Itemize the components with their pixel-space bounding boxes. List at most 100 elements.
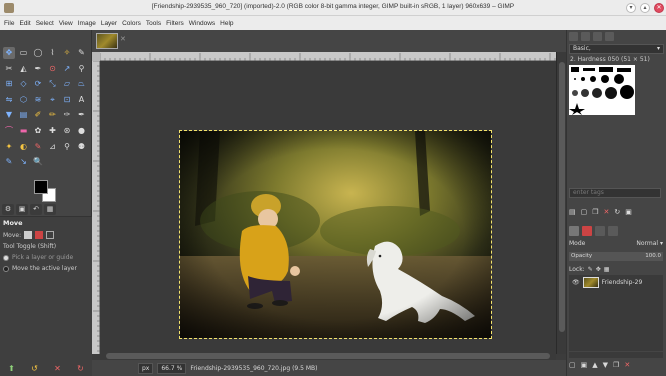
lock-position-icon[interactable]: ✥ — [596, 266, 601, 273]
eraser-icon[interactable]: ▬ — [18, 125, 30, 137]
images-tab-icon[interactable]: ▦ — [44, 204, 56, 215]
brush-tag-input[interactable]: enter tags — [569, 188, 661, 198]
foreground-select-icon[interactable]: ◭ — [18, 63, 30, 75]
scissors-icon[interactable]: ✂ — [3, 63, 15, 75]
unified-transform-icon[interactable]: ⊡ — [61, 94, 73, 106]
image-tab-thumbnail[interactable] — [96, 33, 118, 49]
canvas[interactable] — [100, 61, 556, 352]
duplicate-brush-icon[interactable]: ❐ — [592, 208, 598, 220]
layer-row[interactable]: 👁 Friendship-29 — [569, 275, 663, 289]
horizontal-scroll-thumb[interactable] — [106, 353, 550, 359]
menu-windows[interactable]: Windows — [189, 20, 215, 27]
vertical-scrollbar[interactable] — [556, 52, 566, 354]
ellipse-select-icon[interactable]: ◯ — [32, 47, 44, 59]
menu-image[interactable]: Image — [78, 20, 96, 27]
color-picker-icon[interactable]: ⊙ — [47, 63, 59, 75]
menu-colors[interactable]: Colors — [122, 20, 141, 27]
zoom-icon[interactable]: 🔍 — [32, 156, 44, 168]
paths-icon[interactable]: ✒ — [32, 63, 44, 75]
delete-options-icon[interactable]: ✕ — [54, 364, 61, 373]
new-layer-icon[interactable]: ▢ — [569, 361, 576, 373]
layer-name[interactable]: Friendship-29 — [602, 279, 643, 286]
gradient-icon[interactable]: ▤ — [18, 109, 30, 121]
menu-view[interactable]: View — [59, 20, 73, 27]
pointer-icon[interactable]: ↘ — [18, 156, 30, 168]
fg-bg-colors[interactable] — [34, 180, 58, 204]
menu-layer[interactable]: Layer — [101, 20, 117, 27]
color-picker-icon[interactable]: ✎ — [76, 47, 88, 59]
maximize-button[interactable]: ▴ — [640, 3, 650, 13]
zoom-selector[interactable]: 66.7 % — [157, 362, 187, 374]
scale-icon[interactable]: ⤡ — [47, 78, 59, 90]
layers-scrollbar[interactable] — [569, 352, 663, 358]
free-select-icon[interactable]: ⌇ — [47, 47, 59, 59]
dodge-burn-icon[interactable]: ◐ — [18, 141, 30, 153]
ink-icon[interactable]: ✒ — [76, 109, 88, 121]
menu-select[interactable]: Select — [36, 20, 54, 27]
pick-layer-radio[interactable] — [3, 254, 9, 261]
move-icon[interactable]: ✥ — [3, 47, 15, 59]
minimize-button[interactable]: ▾ — [626, 3, 636, 13]
refresh-brushes-icon[interactable]: ↻ — [614, 208, 620, 220]
patterns-tab-icon[interactable] — [581, 32, 590, 41]
new-brush-icon[interactable]: ▢ — [581, 208, 588, 220]
move-selection-icon[interactable] — [35, 231, 44, 239]
mypaint-brush-icon[interactable]: ⌒ — [3, 125, 15, 137]
menu-help[interactable]: Help — [220, 20, 233, 27]
eyedropper-icon[interactable]: ✎ — [3, 156, 15, 168]
restore-options-icon[interactable]: ↺ — [31, 364, 38, 373]
brushes-grid[interactable] — [569, 65, 635, 115]
rect-select-icon[interactable]: ▭ — [18, 47, 30, 59]
flip-icon[interactable]: ⇋ — [3, 94, 15, 106]
blur-icon[interactable]: ● — [76, 125, 88, 137]
undo-history-tab-icon[interactable]: ↶ — [30, 204, 42, 215]
zoom-icon[interactable]: ⚲ — [76, 63, 88, 75]
channels-tab-icon[interactable] — [582, 226, 592, 236]
lock-alpha-icon[interactable]: ▦ — [604, 266, 610, 273]
text-icon[interactable]: A — [76, 94, 88, 106]
open-brush-icon[interactable]: ▣ — [625, 208, 632, 220]
fonts-tab-icon[interactable] — [593, 32, 602, 41]
airbrush-icon[interactable]: ✑ — [61, 109, 73, 121]
perspective-clone-icon[interactable]: ⊛ — [61, 125, 73, 137]
shear-icon[interactable]: ▱ — [61, 78, 73, 90]
delete-brush-icon[interactable]: ✕ — [604, 208, 610, 220]
vertical-scroll-thumb[interactable] — [559, 62, 565, 332]
pencil-icon[interactable]: ✏ — [47, 109, 59, 121]
image-tab-close-icon[interactable]: ✕ — [120, 35, 126, 43]
document-history-tab-icon[interactable] — [605, 32, 614, 41]
zoom-icon[interactable]: ⚲ — [61, 141, 73, 153]
bucket-fill-icon[interactable]: ▼ — [3, 109, 15, 121]
color-picker-icon[interactable]: ✎ — [32, 141, 44, 153]
tool-options-tab-icon[interactable]: ⚙ — [2, 204, 14, 215]
opacity-slider[interactable]: Opacity 100.0 — [569, 252, 663, 261]
undo-tab-icon[interactable] — [608, 226, 618, 236]
paths-tab-icon[interactable] — [595, 226, 605, 236]
transform-icon[interactable]: ◇ — [18, 78, 30, 90]
foreground-color-swatch[interactable] — [34, 180, 48, 194]
image-photo[interactable] — [179, 130, 492, 339]
measure-icon[interactable]: ↗ — [61, 63, 73, 75]
menu-edit[interactable]: Edit — [19, 20, 30, 27]
edit-brush-icon[interactable]: ▤ — [569, 208, 576, 220]
ruler-corner[interactable] — [92, 52, 100, 61]
move-path-icon[interactable] — [46, 231, 55, 239]
move-layer-icon[interactable] — [24, 231, 33, 239]
raise-layer-icon[interactable]: ▲ — [592, 361, 597, 373]
warp-icon[interactable]: ≋ — [32, 94, 44, 106]
menu-filters[interactable]: Filters — [166, 20, 184, 27]
vertical-ruler[interactable] — [92, 60, 100, 354]
fuzzy-select-icon[interactable]: ✧ — [61, 47, 73, 59]
layer-list-area[interactable] — [569, 289, 663, 351]
eye-icon[interactable]: 👁 — [572, 279, 580, 286]
lock-pixels-icon[interactable]: ✎ — [588, 266, 593, 273]
heal-icon[interactable]: ✚ — [47, 125, 59, 137]
horizontal-scrollbar[interactable] — [100, 352, 556, 360]
pick-layer-option[interactable]: Pick a layer or guide — [0, 252, 92, 263]
mode-select[interactable]: Normal ▾ — [636, 240, 663, 250]
delete-layer-icon[interactable]: ✕ — [624, 361, 630, 373]
layers-tab-icon[interactable] — [569, 226, 579, 236]
duplicate-layer-icon[interactable]: ❐ — [613, 361, 619, 373]
brushes-tab-icon[interactable] — [569, 32, 578, 41]
menu-file[interactable]: File — [4, 20, 14, 27]
